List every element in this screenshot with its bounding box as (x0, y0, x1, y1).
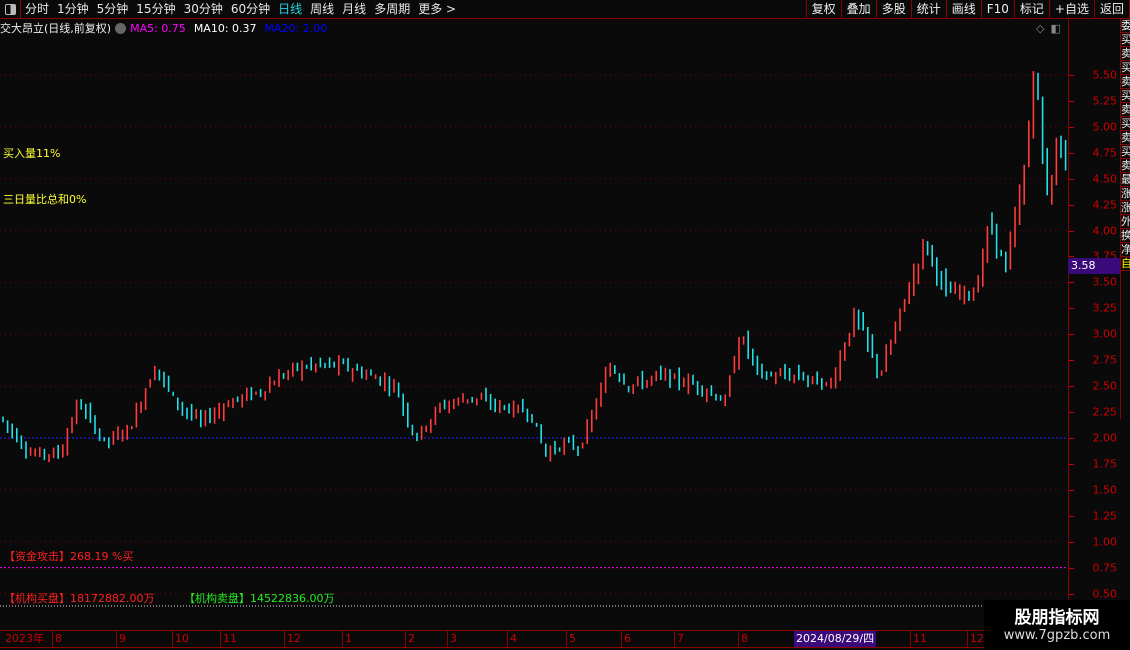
price-tick (1069, 515, 1074, 517)
price-tick-label: 5.25 (1092, 94, 1118, 108)
side-panel-item[interactable]: 卖 (1121, 75, 1130, 89)
price-tick-label: 1.75 (1092, 457, 1118, 471)
price-tick-label: 4.75 (1092, 146, 1118, 160)
watermark-url: www.7gpzb.com (1003, 628, 1111, 643)
price-tick (1069, 230, 1074, 232)
price-tick (1069, 360, 1074, 362)
price-tick-label: 1.50 (1092, 483, 1118, 497)
date-label: 4 (507, 631, 517, 647)
date-label: 5 (566, 631, 576, 647)
watermark-title: 股朋指标网 (1014, 608, 1100, 628)
side-panel-item[interactable]: 净 (1121, 243, 1130, 257)
side-panel-item[interactable]: 外 (1121, 215, 1130, 229)
side-panel: 委买卖买卖买卖买卖买卖最涨涨外换净自 (1120, 19, 1130, 419)
side-panel-item[interactable]: 买 (1121, 117, 1130, 131)
price-tick-label: 2.50 (1092, 379, 1118, 393)
date-label: 8 (738, 631, 748, 647)
inst-buy-value: 18172882.00万 (70, 592, 155, 605)
price-tick-label: 4.00 (1092, 224, 1118, 238)
date-label: 6 (621, 631, 631, 647)
price-tick (1069, 567, 1074, 569)
date-label: 1 (342, 631, 352, 647)
inst-buy: 【机构买盘】18172882.00万 (4, 590, 154, 606)
date-label: 9 (116, 631, 126, 647)
price-tick-label: 2.00 (1092, 431, 1118, 445)
price-tick-label: 2.25 (1092, 405, 1118, 419)
inst-sell-label: 【机构卖盘】 (184, 592, 250, 605)
date-axis: 2023年 8 9 10 11 12 1 2 3 4 5 6 7 8 11 12 2024/08/29/四 (0, 630, 1068, 648)
price-tick (1069, 593, 1074, 595)
price-tick (1069, 204, 1074, 206)
price-tick (1069, 541, 1074, 543)
three-day-ratio-text: 三日量比总和0% (3, 193, 87, 206)
date-label: 12 (284, 631, 301, 647)
price-tick-label: 5.50 (1092, 68, 1118, 82)
price-tick-label: 5.00 (1092, 120, 1118, 134)
side-panel-item[interactable]: 换 (1121, 229, 1130, 243)
price-tick (1069, 100, 1074, 102)
side-panel-item[interactable]: 卖 (1121, 103, 1130, 117)
side-panel-item[interactable]: 卖 (1121, 131, 1130, 145)
side-panel-item[interactable]: 买 (1121, 33, 1130, 47)
date-label: 7 (674, 631, 684, 647)
side-panel-item[interactable]: 买 (1121, 145, 1130, 159)
side-panel-item[interactable]: 涨 (1121, 187, 1130, 201)
price-tick (1069, 126, 1074, 128)
toolbar-button[interactable]: 返回 (1095, 0, 1130, 18)
fund-attack-value: 268.19 %买 (70, 550, 134, 563)
price-tick (1069, 463, 1074, 465)
price-tick-label: 2.75 (1092, 353, 1118, 367)
price-tick (1069, 282, 1074, 284)
date-label: 8 (52, 631, 62, 647)
side-panel-item[interactable]: 卖 (1121, 47, 1130, 61)
watermark: 股朋指标网 www.7gpzb.com (984, 600, 1130, 650)
side-panel-item[interactable]: 买 (1121, 61, 1130, 75)
date-label: 2 (405, 631, 415, 647)
price-tick (1069, 489, 1074, 491)
fund-attack-label: 【资金攻击】 (4, 550, 70, 563)
side-panel-item[interactable]: 最 (1121, 173, 1130, 187)
current-price-tag: 3.58 (1068, 258, 1120, 274)
price-tick-label: 3.25 (1092, 301, 1118, 315)
inst-sell: 【机构卖盘】14522836.00万 (184, 590, 334, 606)
side-panel-item[interactable]: 卖 (1121, 159, 1130, 173)
side-panel-item[interactable]: 自 (1121, 257, 1130, 271)
fund-attack: 【资金攻击】268.19 %买 (4, 548, 133, 564)
side-panel-item[interactable]: 买 (1121, 89, 1130, 103)
price-tick (1069, 412, 1074, 414)
price-tick-label: 3.50 (1092, 275, 1118, 289)
price-tick-label: 0.75 (1092, 561, 1118, 575)
date-label: 11 (910, 631, 927, 647)
price-tick-label: 4.50 (1092, 172, 1118, 186)
date-highlight: 2024/08/29/四 (794, 631, 877, 647)
price-tick-label: 1.00 (1092, 535, 1118, 549)
price-tick (1069, 334, 1074, 336)
price-tick (1069, 178, 1074, 180)
price-tick-label: 4.25 (1092, 198, 1118, 212)
price-tick (1069, 308, 1074, 310)
buy-volume-text: 买入量11% (3, 147, 61, 160)
price-tick-label: 0.50 (1092, 587, 1118, 601)
price-tick (1069, 386, 1074, 388)
date-label: 12 (967, 631, 984, 647)
price-tick (1069, 74, 1074, 76)
price-tick-label: 3.00 (1092, 327, 1118, 341)
date-label: 3 (447, 631, 457, 647)
price-axis: 5.50 5.25 5.00 4.75 4.50 4.25 4.00 3.75 3.50 3.25… (1068, 19, 1121, 628)
side-panel-item[interactable]: 委 (1121, 19, 1130, 33)
date-label: 2023年 (5, 632, 44, 645)
date-label: 10 (172, 631, 189, 647)
price-tick (1069, 152, 1074, 154)
side-panel-item[interactable]: 涨 (1121, 201, 1130, 215)
price-tick-label: 1.25 (1092, 509, 1118, 523)
date-label: 11 (220, 631, 237, 647)
inst-buy-label: 【机构买盘】 (4, 592, 70, 605)
price-tick (1069, 438, 1074, 439)
candlestick-chart[interactable] (0, 0, 1068, 630)
inst-sell-value: 14522836.00万 (250, 592, 335, 605)
